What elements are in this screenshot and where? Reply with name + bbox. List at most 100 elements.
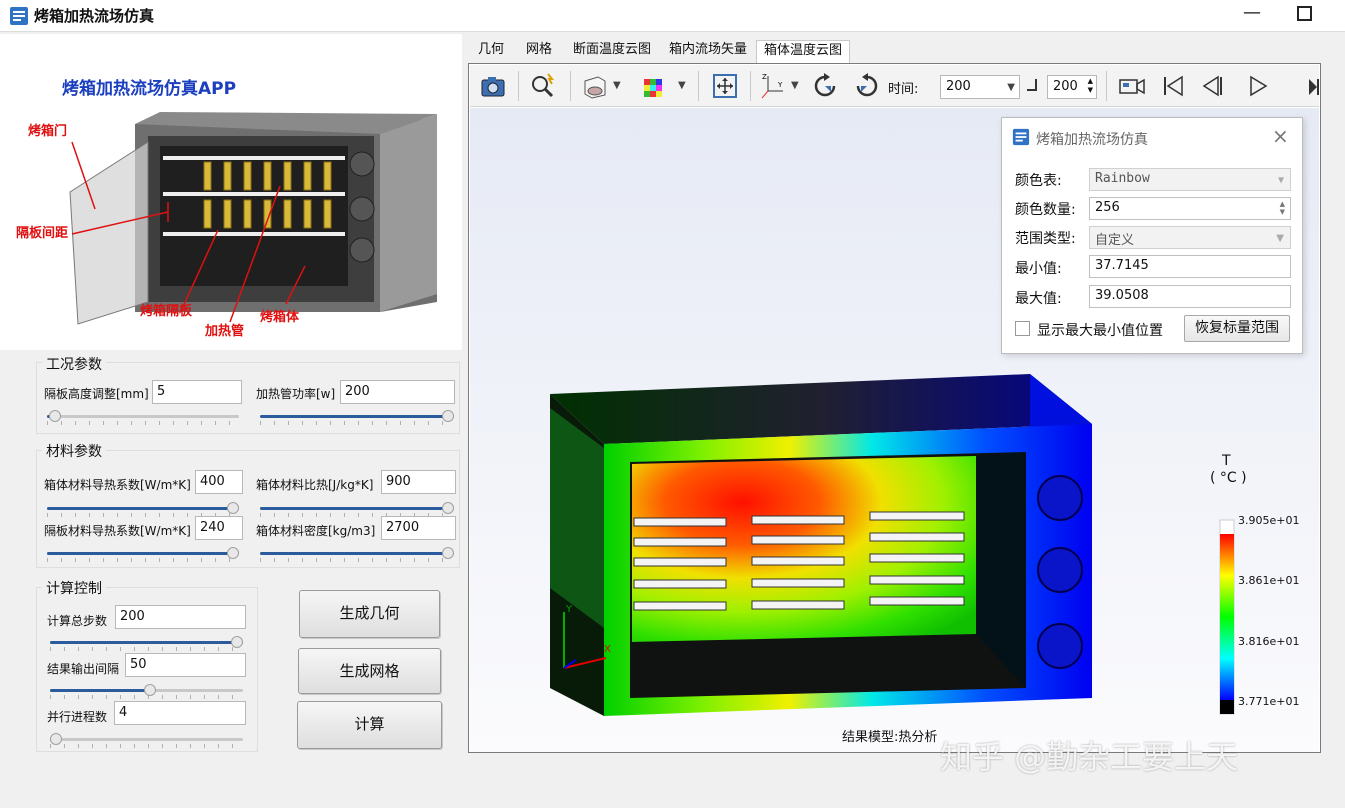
fit-view-icon[interactable] [710, 71, 740, 101]
max-value-input[interactable]: 39.0508 [1089, 285, 1291, 308]
slider-ticks [260, 558, 454, 562]
colormap-value: Rainbow [1095, 171, 1150, 186]
axis-x-label: X [604, 644, 611, 655]
view-cube-dropdown-icon[interactable]: ▼ [613, 80, 621, 91]
chevron-down-icon: ▼ [1277, 175, 1284, 186]
time-select[interactable]: 200 ▼ [940, 75, 1020, 99]
spin-arrows-icon[interactable]: ▲ ▼ [1280, 200, 1285, 216]
body-density-input[interactable]: 2700 [381, 516, 456, 540]
heater-power-input[interactable]: 200 [340, 380, 455, 404]
chevron-down-icon: ▼ [1007, 82, 1015, 93]
legend-variable: T [1222, 453, 1231, 469]
axis-y-label: Y [566, 604, 573, 615]
slider-thumb[interactable] [227, 502, 239, 514]
maximize-button[interactable] [1297, 6, 1312, 21]
color-cube-icon[interactable] [638, 71, 668, 101]
viewer-toolbar: ▼ ▼ ZY ▼ 时间: 200 ▼ 200 ▲ ▼ [470, 65, 1319, 107]
rotate-cw-icon[interactable] [810, 71, 840, 101]
generate-geometry-button[interactable]: 生成几何 [299, 590, 440, 638]
rotate-ccw-icon[interactable] [852, 71, 882, 101]
min-value-input[interactable]: 37.7145 [1089, 255, 1291, 278]
slider-thumb[interactable] [50, 733, 62, 745]
zoom-select-icon[interactable] [528, 71, 558, 101]
conditions-title: 工况参数 [42, 354, 106, 374]
total-steps-input[interactable]: 200 [115, 605, 246, 629]
processes-input[interactable]: 4 [114, 701, 246, 725]
close-icon[interactable]: × [1272, 124, 1289, 148]
output-interval-input[interactable]: 50 [125, 653, 246, 677]
shelf-height-slider[interactable] [47, 410, 239, 429]
body-conductivity-label: 箱体材料导热系数[W/m*K] [44, 478, 191, 492]
axes-dropdown-icon[interactable]: ▼ [791, 80, 799, 91]
slider-ticks [50, 695, 243, 699]
shelf-conductivity-input[interactable]: 240 [195, 516, 243, 540]
body-specific-heat-input[interactable]: 900 [381, 470, 456, 494]
last-frame-icon[interactable] [1305, 77, 1319, 97]
label-spacing: 隔板间距 [16, 226, 69, 241]
shelf-height-label: 隔板高度调整[mm] [44, 387, 149, 401]
min-value-label: 最小值: [1015, 261, 1062, 277]
slider-thumb[interactable] [442, 547, 454, 559]
slider-thumb[interactable] [227, 547, 239, 559]
legend-unit: ( °C ) [1210, 470, 1247, 486]
slider-fill [50, 641, 243, 644]
tab-section-temperature[interactable]: 断面温度云图 [566, 40, 658, 62]
color-count-spinbox[interactable]: 256 ▲ ▼ [1089, 197, 1291, 220]
slider-ticks [47, 421, 239, 425]
legend-tick: 3.816e+01 [1238, 635, 1300, 648]
colormap-dialog: 烤箱加热流场仿真 × 颜色表: Rainbow ▼ 颜色数量: 256 ▲ ▼ 范围类… [1001, 117, 1303, 354]
chevron-down-icon: ▼ [1276, 233, 1284, 244]
tab-body-temperature[interactable]: 箱体温度云图 [756, 40, 850, 63]
heater-power-label: 加热管功率[w] [256, 387, 336, 401]
first-frame-icon[interactable] [1158, 71, 1188, 101]
spin-arrows-icon[interactable]: ▲ ▼ [1088, 77, 1093, 95]
body-density-slider[interactable] [260, 547, 454, 566]
label-shelf: 烤箱隔板 [140, 304, 193, 319]
processes-slider[interactable] [50, 733, 243, 752]
show-minmax-label: 显示最大最小值位置 [1037, 323, 1163, 339]
slider-thumb[interactable] [442, 502, 454, 514]
video-icon[interactable] [1117, 71, 1147, 101]
body-specific-heat-label: 箱体材料比热[J/kg*K] [256, 478, 374, 492]
body-density-label: 箱体材料密度[kg/m3] [256, 524, 376, 538]
tab-geometry[interactable]: 几何 [470, 40, 512, 62]
view-cube-icon[interactable] [580, 71, 610, 101]
shelf-conductivity-slider[interactable] [47, 547, 239, 566]
slider-thumb[interactable] [442, 410, 454, 422]
next-frame-icon[interactable] [1242, 71, 1272, 101]
step-spinbox[interactable]: 200 ▲ ▼ [1047, 75, 1097, 99]
slider-fill [260, 552, 454, 555]
color-cube-dropdown-icon[interactable]: ▼ [678, 80, 686, 91]
axes-icon[interactable]: ZY [758, 71, 788, 101]
title-bar: 烤箱加热流场仿真 — [0, 0, 1345, 32]
reset-range-button[interactable]: 恢复标量范围 [1184, 315, 1290, 342]
tab-mesh[interactable]: 网格 [516, 40, 562, 62]
slider-fill [50, 689, 151, 692]
minimize-button[interactable]: — [1240, 2, 1264, 26]
range-type-select[interactable]: 自定义 ▼ [1089, 226, 1291, 249]
colormap-select[interactable]: Rainbow ▼ [1089, 168, 1291, 191]
heater-power-slider[interactable] [260, 410, 454, 429]
time-label: 时间: [888, 82, 919, 97]
legend-tick: 3.905e+01 [1238, 514, 1300, 527]
compute-title: 计算控制 [42, 578, 106, 598]
slider-thumb[interactable] [48, 410, 61, 422]
slider-ticks [47, 558, 239, 562]
camera-icon[interactable] [478, 71, 508, 101]
show-minmax-checkbox[interactable] [1015, 321, 1030, 336]
compute-button[interactable]: 计算 [297, 701, 442, 749]
colormap-label: 颜色表: [1015, 173, 1062, 189]
time-select-value: 200 [946, 79, 971, 94]
dialog-title: 烤箱加热流场仿真 [1036, 132, 1148, 148]
tab-flow-vectors[interactable]: 箱内流场矢量 [662, 40, 754, 62]
max-value-label: 最大值: [1015, 291, 1062, 307]
shelf-height-input[interactable]: 5 [152, 380, 242, 404]
prev-frame-icon[interactable] [1198, 71, 1228, 101]
range-type-label: 范围类型: [1015, 231, 1076, 247]
slider-fill [47, 552, 239, 555]
slider-thumb[interactable] [231, 636, 243, 648]
slider-track [50, 738, 243, 741]
range-type-value: 自定义 [1095, 233, 1135, 248]
generate-mesh-button[interactable]: 生成网格 [298, 648, 441, 694]
body-conductivity-input[interactable]: 400 [195, 470, 243, 494]
